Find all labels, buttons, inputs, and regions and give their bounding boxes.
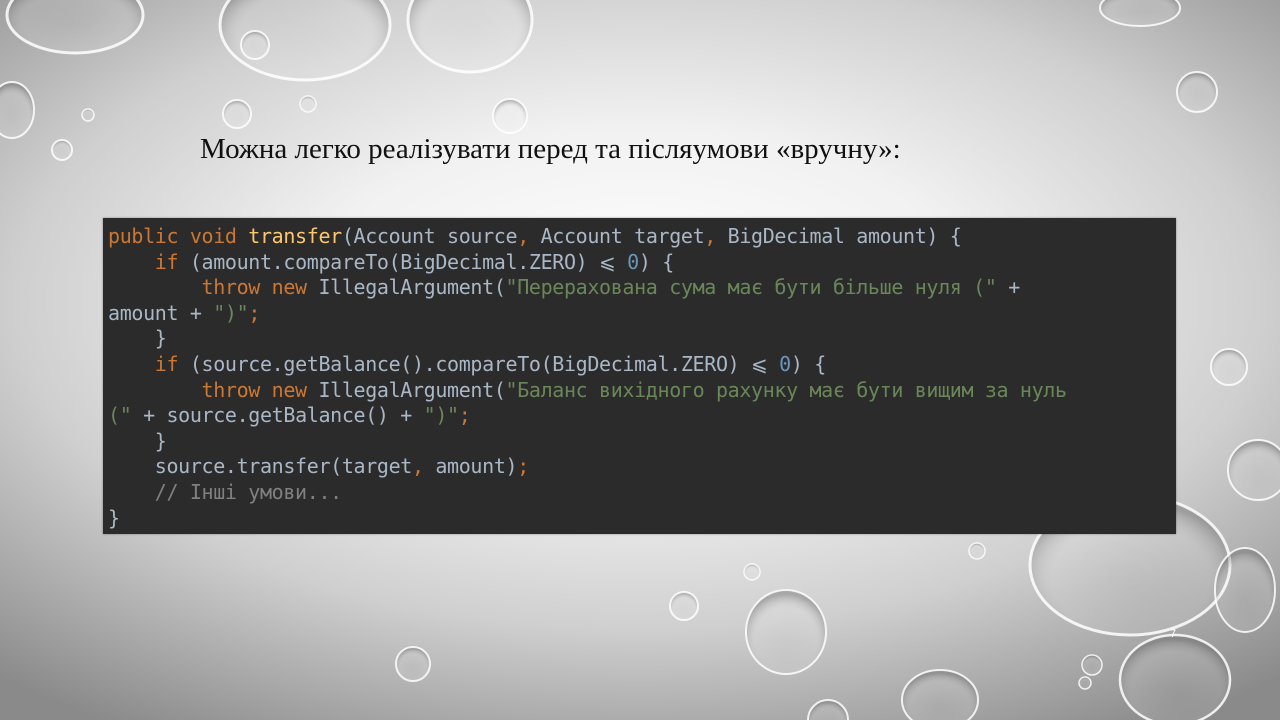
code-token-plain: IllegalArgument( [318, 377, 506, 402]
code-token-string: (" [108, 403, 132, 428]
code-token-keyword: throw new [201, 377, 319, 402]
code-token-function: transfer [248, 224, 342, 248]
code-token-string: "Баланс вихідного рахунку має бути вищим… [505, 377, 1068, 402]
code-token-plain: (source.getBalance().compareTo(BigDecima… [189, 351, 780, 376]
code-token-plain: amount + [108, 300, 214, 325]
code-token-keyword: , [517, 224, 541, 248]
code-line: (" + source.getBalance() + ")"; [108, 403, 1176, 429]
code-token-plain: IllegalArgument( [318, 275, 506, 300]
code-token-number: 0 [627, 249, 639, 274]
code-block: public void transfer(Account source, Acc… [103, 218, 1176, 534]
code-token-plain: amount) [435, 454, 518, 479]
code-token-plain: } [108, 505, 120, 530]
code-token-plain: + [996, 275, 1020, 300]
code-token-plain: (Account source [341, 224, 518, 248]
code-token-plain: (amount.compareTo(BigDecimal.ZERO) ⩽ [189, 249, 628, 274]
code-line: if (source.getBalance().compareTo(BigDec… [108, 352, 1176, 378]
code-line: } [108, 326, 1176, 352]
code-token-string: ")" [213, 300, 249, 325]
code-token-string: ")" [423, 403, 459, 428]
code-token-keyword: , [704, 224, 728, 248]
code-line: public void transfer(Account source, Acc… [108, 224, 1176, 250]
slide-title: Можна легко реалізувати перед та післяум… [200, 133, 901, 165]
code-line: } [108, 506, 1176, 532]
code-token-number: 0 [779, 351, 791, 376]
code-token-plain: Account target [540, 224, 705, 248]
code-line: // Інші умови... [108, 480, 1176, 506]
code-line: if (amount.compareTo(BigDecimal.ZERO) ⩽ … [108, 250, 1176, 276]
code-token-plain: ) { [790, 351, 826, 376]
code-token-keyword: ; [517, 454, 529, 479]
code-line: source.transfer(target, amount); [108, 454, 1176, 480]
code-token-keyword: if [154, 351, 190, 376]
code-token-keyword: throw new [201, 275, 319, 300]
code-line: } [108, 429, 1176, 455]
code-token-plain: } [108, 326, 167, 351]
code-token-plain: } [108, 428, 167, 453]
code-token-plain: source.transfer(target [108, 454, 413, 479]
code-line: throw new IllegalArgument("Перерахована … [108, 275, 1176, 301]
code-line: amount + ")"; [108, 301, 1176, 327]
code-token-keyword: , [411, 454, 436, 479]
code-token-keyword: public void [108, 224, 249, 248]
code-token-comment: // Інші умови... [108, 479, 342, 504]
code-token-plain: + source.getBalance() + [131, 403, 424, 428]
code-token-keyword: if [154, 249, 190, 274]
code-token-plain: ) { [638, 249, 674, 274]
code-token-string: "Перерахована сума має бути більше нуля … [505, 275, 997, 300]
code-token-plain: BigDecimal amount) { [727, 224, 962, 248]
code-line: throw new IllegalArgument("Баланс вихідн… [108, 378, 1176, 404]
code-token-keyword: ; [458, 403, 471, 428]
page-number: 7 [1170, 628, 1177, 640]
code-token-keyword: ; [248, 300, 261, 325]
